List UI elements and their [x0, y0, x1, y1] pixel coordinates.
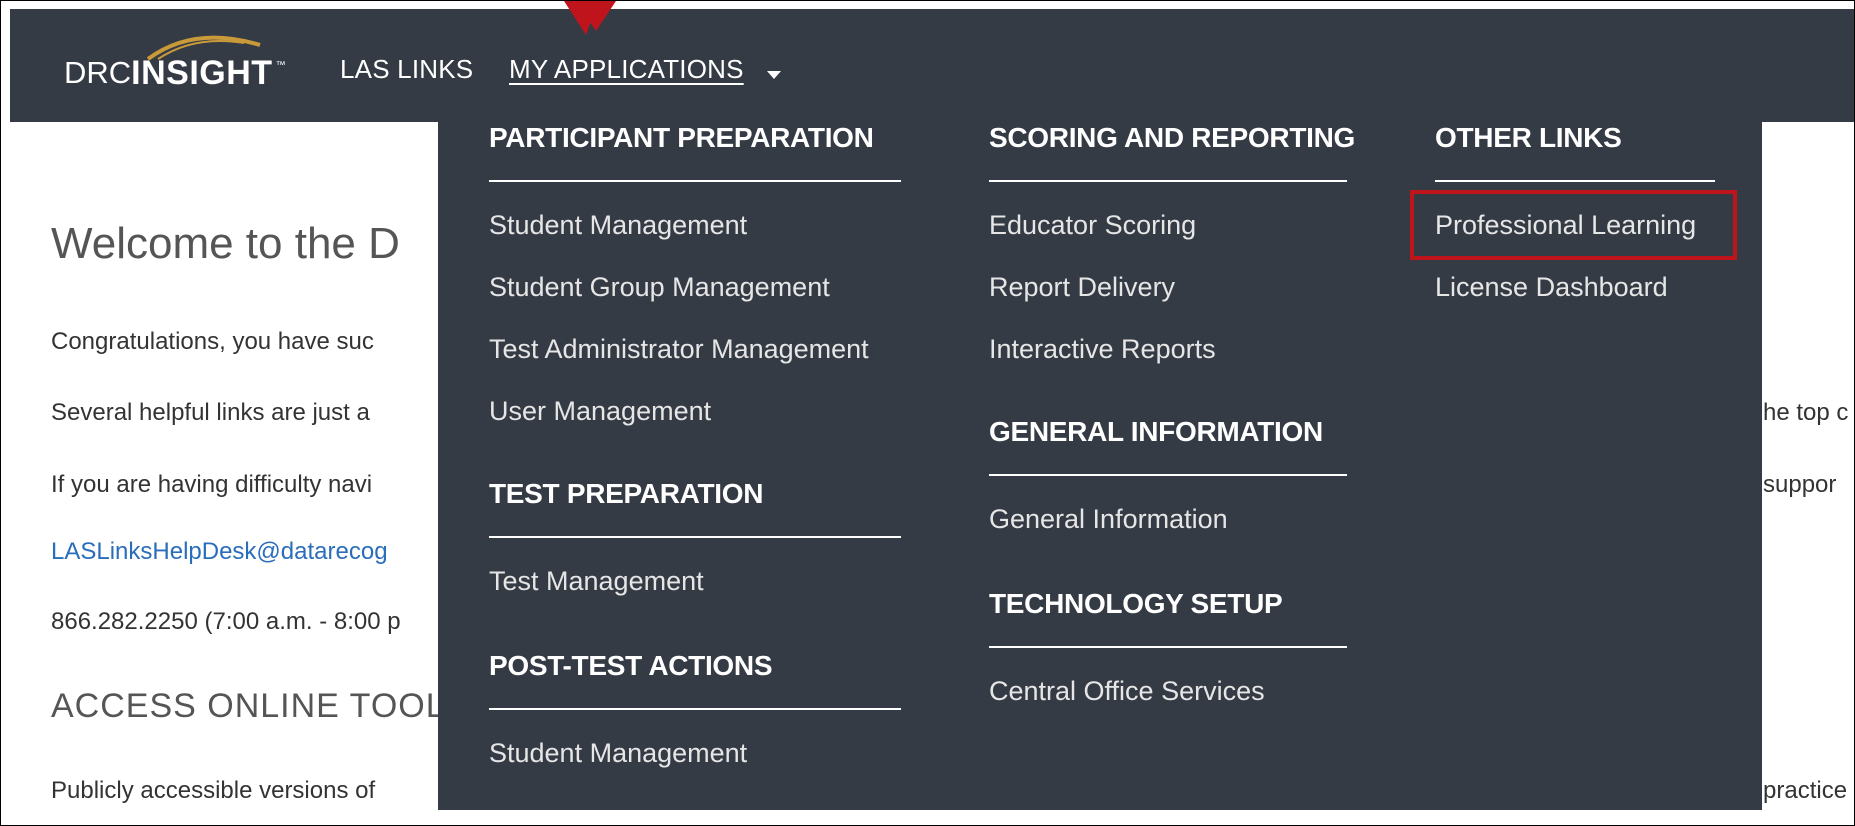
congrats-text: Congratulations, you have suc — [51, 328, 374, 355]
menu-item-interactive-reports[interactable]: Interactive Reports — [989, 334, 1216, 365]
difficulty-text: If you are having difficulty navi — [51, 471, 373, 498]
divider — [1435, 180, 1715, 182]
chevron-down-icon[interactable] — [767, 71, 781, 79]
divider — [989, 474, 1347, 476]
nav-las-links[interactable]: LAS LINKS — [340, 54, 473, 85]
annotation-arrow-icon — [564, 1, 616, 35]
menu-item-educator-scoring[interactable]: Educator Scoring — [989, 210, 1196, 241]
menu-item-test-administrator-management[interactable]: Test Administrator Management — [489, 334, 869, 365]
menu-item-central-office-services[interactable]: Central Office Services — [989, 676, 1265, 707]
helpful-links-text: Several helpful links are just a — [51, 399, 370, 426]
menu-item-user-management[interactable]: User Management — [489, 396, 711, 427]
welcome-heading: Welcome to the D — [51, 219, 400, 268]
divider — [989, 646, 1347, 648]
logo-swoosh-icon — [146, 35, 261, 61]
drc-insight-logo[interactable]: DRC INSIGHT ™ — [64, 35, 286, 93]
post-test-actions-heading: POST-TEST ACTIONS — [489, 650, 773, 681]
access-online-tools-heading: ACCESS ONLINE TOOL — [51, 687, 446, 725]
menu-item-student-management[interactable]: Student Management — [489, 210, 747, 241]
public-versions-text: Publicly accessible versions of — [51, 777, 376, 804]
divider — [489, 708, 901, 710]
phone-text: 866.282.2250 (7:00 a.m. - 8:00 p — [51, 608, 401, 635]
top-navbar: DRC INSIGHT ™ LAS LINKS MY APPLICATIONS — [10, 9, 1854, 122]
divider — [489, 536, 901, 538]
divider — [489, 180, 901, 182]
general-information-heading: GENERAL INFORMATION — [989, 416, 1323, 447]
technology-setup-heading: TECHNOLOGY SETUP — [989, 588, 1283, 619]
divider — [989, 180, 1347, 182]
menu-item-post-student-management[interactable]: Student Management — [489, 738, 747, 769]
helpdesk-email-link[interactable]: LASLinksHelpDesk@datarecog — [51, 538, 388, 566]
nav-my-applications[interactable]: MY APPLICATIONS — [509, 54, 744, 85]
menu-item-general-information[interactable]: General Information — [989, 504, 1228, 535]
test-preparation-heading: TEST PREPARATION — [489, 478, 764, 509]
menu-item-license-dashboard[interactable]: License Dashboard — [1435, 272, 1668, 303]
right-fragment-2: suppor — [1763, 471, 1837, 498]
menu-item-student-group-management[interactable]: Student Group Management — [489, 272, 830, 303]
other-links-heading: OTHER LINKS — [1435, 122, 1622, 153]
scoring-and-reporting-heading: SCORING AND REPORTING — [989, 122, 1356, 153]
right-fragment-1: he top c — [1763, 399, 1849, 426]
browser-page: Welcome to the D Congratulations, you ha… — [0, 0, 1855, 826]
logo-drc-text: DRC — [64, 55, 132, 90]
professional-learning-highlight — [1410, 190, 1737, 260]
logo-trademark: ™ — [275, 59, 286, 71]
menu-item-test-management[interactable]: Test Management — [489, 566, 704, 597]
participant-preparation-heading: PARTICIPANT PREPARATION — [489, 122, 874, 153]
menu-item-report-delivery[interactable]: Report Delivery — [989, 272, 1175, 303]
right-fragment-3: practice — [1763, 777, 1848, 804]
